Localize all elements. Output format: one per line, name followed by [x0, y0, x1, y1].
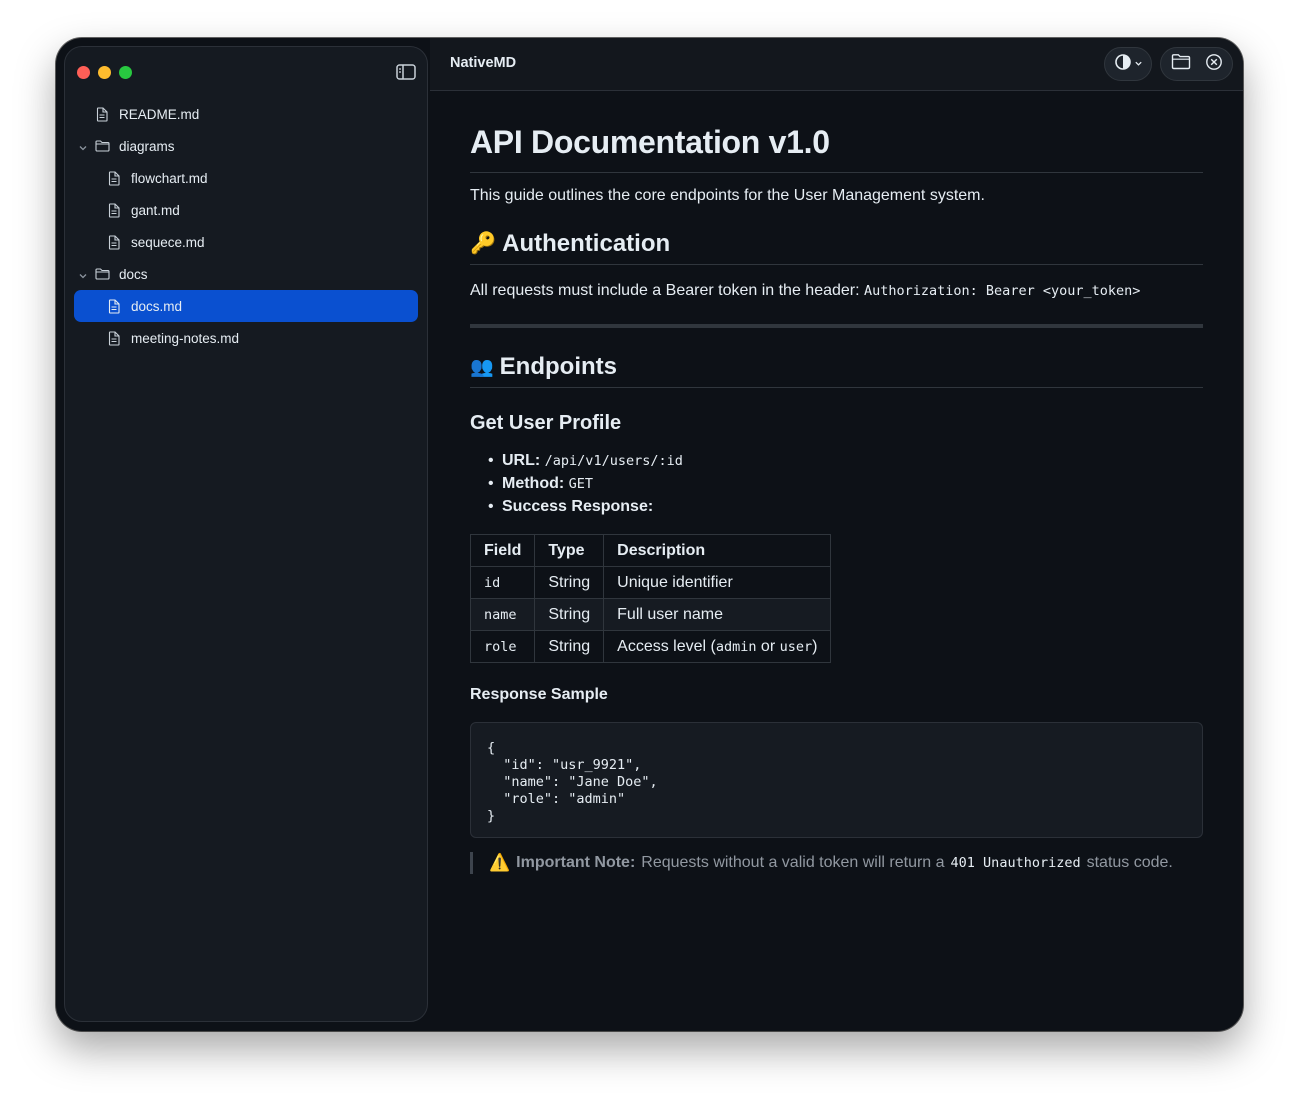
minimize-window-button[interactable] — [98, 66, 111, 79]
response-fields-table: Field Type Description id String Unique … — [469, 534, 832, 663]
field-code: id — [484, 574, 501, 591]
list-item: Method: GET — [488, 475, 683, 498]
sidebar-toggle-icon[interactable] — [396, 63, 416, 81]
auth-paragraph: All requests must include a Bearer token… — [470, 282, 1140, 300]
table-header-row: Field Type Description — [469, 534, 832, 567]
tree-item-label: gant.md — [131, 202, 180, 218]
doc-title: API Documentation v1.0 — [470, 124, 1203, 173]
endpoint-details-list: URL: /api/v1/users/:id Method: GET Succe… — [488, 452, 683, 521]
note-text: Requests without a valid token will retu… — [641, 854, 945, 871]
tree-item-label: README.md — [119, 106, 200, 122]
table-cell: String — [534, 566, 605, 599]
auth-code: Authorization: Bearer <your_token> — [864, 283, 1141, 299]
folder-icon — [95, 139, 110, 154]
tree-item-diagrams[interactable]: diagrams — [74, 130, 418, 162]
table-cell: Access level (admin or user) — [603, 630, 832, 663]
table-header: Description — [603, 534, 832, 567]
app-window: README.md diagrams flowchart.md gant.md … — [56, 38, 1243, 1031]
url-code: /api/v1/users/:id — [544, 453, 683, 469]
authentication-heading: 🔑 Authentication — [470, 230, 1203, 265]
tree-item-docs-md[interactable]: docs.md — [74, 290, 418, 322]
table-cell: role — [469, 630, 536, 663]
file-tree: README.md diagrams flowchart.md gant.md … — [74, 98, 418, 354]
table-header: Field — [469, 534, 536, 567]
label: URL: — [502, 452, 541, 469]
theme-toggle-button[interactable] — [1104, 47, 1152, 81]
window-controls — [77, 66, 132, 79]
code-block: { "id": "usr_9921", "name": "Jane Doe", … — [470, 722, 1203, 838]
horizontal-rule — [470, 324, 1203, 328]
field-code: name — [484, 606, 517, 623]
tree-item-label: docs.md — [131, 298, 183, 314]
heading-text: Authentication — [502, 230, 671, 257]
file-icon — [107, 202, 121, 218]
folder-icon — [95, 267, 110, 282]
table-row: id String Unique identifier — [469, 566, 832, 599]
contrast-icon — [1114, 53, 1132, 76]
status-code: 401 Unauthorized — [950, 855, 1081, 871]
sidebar: README.md diagrams flowchart.md gant.md … — [64, 46, 428, 1022]
note-suffix: status code. — [1086, 854, 1173, 871]
tree-item-label: flowchart.md — [131, 170, 208, 186]
list-item: URL: /api/v1/users/:id — [488, 452, 683, 475]
get-user-profile-heading: Get User Profile — [470, 412, 622, 434]
file-icon — [107, 298, 121, 314]
warning-emoji-icon: ⚠️ — [489, 853, 511, 872]
chevron-down-icon — [1134, 55, 1143, 73]
inline-code: user — [779, 638, 813, 655]
note-label: Important Note: — [516, 854, 636, 871]
table-row: role String Access level (admin or user) — [469, 630, 832, 663]
table-header: Type — [534, 534, 605, 567]
chevron-down-icon[interactable] — [78, 141, 88, 151]
blockquote-note: ⚠️ Important Note: Requests without a va… — [470, 852, 1203, 874]
close-circle-icon[interactable] — [1205, 53, 1223, 76]
method-code: GET — [568, 476, 594, 492]
table-cell: String — [534, 598, 605, 631]
chevron-down-icon[interactable] — [78, 269, 88, 279]
endpoints-heading: 👥 Endpoints — [470, 353, 1203, 388]
tree-item-gant[interactable]: gant.md — [74, 194, 418, 226]
key-emoji-icon: 🔑 — [470, 232, 497, 255]
label: Method: — [502, 475, 565, 492]
label: Success Response: — [502, 498, 654, 515]
tree-item-flowchart[interactable]: flowchart.md — [74, 162, 418, 194]
file-icon — [107, 170, 121, 186]
table-cell: Unique identifier — [603, 566, 832, 599]
file-icon — [107, 234, 121, 250]
table-cell: id — [469, 566, 536, 599]
app-title: NativeMD — [450, 55, 517, 71]
tree-item-label: sequece.md — [131, 234, 205, 250]
text: Access level ( — [617, 637, 716, 655]
table-row: name String Full user name — [469, 598, 832, 631]
table-cell: name — [469, 598, 536, 631]
file-actions-group — [1160, 47, 1233, 81]
zoom-window-button[interactable] — [119, 66, 132, 79]
text: or — [756, 637, 780, 655]
open-folder-button[interactable] — [1171, 53, 1191, 75]
tree-item-label: docs — [119, 266, 148, 282]
tree-item-meeting-notes[interactable]: meeting-notes.md — [74, 322, 418, 354]
response-sample-heading: Response Sample — [470, 686, 608, 703]
file-icon — [107, 330, 121, 346]
tree-item-readme[interactable]: README.md — [74, 98, 418, 130]
inline-code: admin — [715, 638, 757, 655]
tree-item-label: diagrams — [119, 138, 175, 154]
intro-paragraph: This guide outlines the core endpoints f… — [470, 187, 985, 204]
close-window-button[interactable] — [77, 66, 90, 79]
tree-item-docs-folder[interactable]: docs — [74, 258, 418, 290]
table-cell: String — [534, 630, 605, 663]
toolbar: NativeMD — [430, 38, 1243, 91]
list-item: Success Response: — [488, 498, 683, 521]
auth-text: All requests must include a Bearer token… — [470, 282, 860, 299]
tree-item-label: meeting-notes.md — [131, 330, 240, 346]
people-emoji-icon: 👥 — [470, 357, 494, 378]
field-code: role — [484, 638, 517, 655]
heading-text: Endpoints — [499, 353, 617, 380]
text: ) — [812, 637, 818, 655]
file-icon — [95, 106, 109, 122]
tree-item-sequece[interactable]: sequece.md — [74, 226, 418, 258]
table-cell: Full user name — [603, 598, 832, 631]
